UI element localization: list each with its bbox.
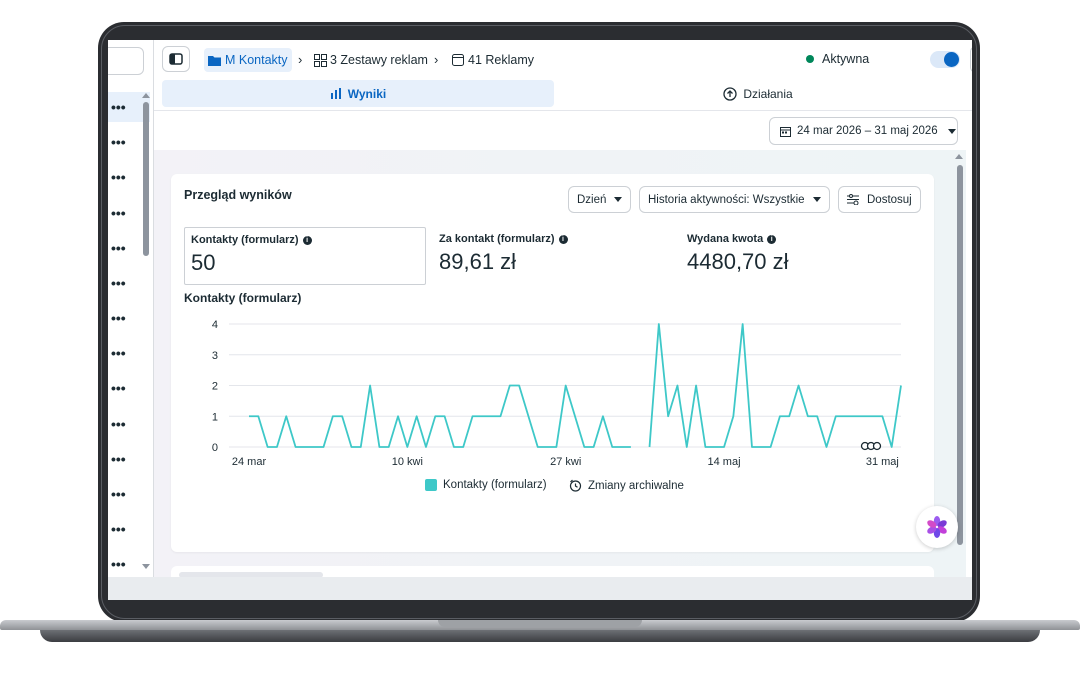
scroll-up-icon[interactable] [142,93,150,98]
x-tick-label: 10 kwi [392,456,423,468]
info-icon[interactable]: i [558,234,568,244]
chevron-down-icon [812,197,821,202]
legend-series[interactable]: Kontakty (formularz) [425,479,547,491]
more-options-button[interactable]: ••• [970,46,972,73]
results-overview-card: Przegląd wyników Dzień Historia aktywnoś… [171,174,934,552]
metric-label: Kontakty (formularz) [191,234,299,246]
sidebar-search[interactable] [108,47,144,75]
metric-value: 89,61 zł [439,249,517,274]
y-tick-label: 3 [212,350,218,362]
row-menu-button[interactable]: ••• [108,373,150,403]
metric-amount-spent[interactable]: Wydana kwota i 4480,70 zł [681,227,921,285]
x-tick-label: 27 kwi [550,456,581,468]
legend-series-label: Kontakty (formularz) [443,479,547,491]
tab-results[interactable]: Wyniki [162,80,554,107]
breadcrumb-ads[interactable]: 41 Reklamy [452,48,534,72]
chevron-right-icon: › [298,52,303,67]
chart-icon [330,88,341,99]
metric-contacts[interactable]: Kontakty (formularz) i 50 [184,227,426,285]
laptop-base [0,618,1080,648]
scroll-up-icon[interactable] [955,154,963,159]
tab-actions-label: Działania [743,86,793,101]
metric-label: Za kontakt (formularz) [439,233,555,245]
legend-archive[interactable]: Zmiany archiwalne [569,479,684,492]
y-tick-label: 4 [212,319,218,331]
row-menu-button[interactable]: ••• [108,444,150,474]
panel-toggle-button[interactable] [162,46,190,72]
sidebar-scrollbar[interactable] [143,102,149,256]
ai-assistant-button[interactable] [916,506,958,548]
clock-icon [569,479,582,492]
sidebar: ••• ••• ••• ••• ••• ••• ••• ••• ••• ••• … [108,40,154,600]
chevron-down-icon [614,197,623,202]
y-tick-label: 2 [212,381,218,393]
row-menu-button[interactable]: ••• [108,409,150,439]
history-filter-dropdown[interactable]: Historia aktywności: Wszystkie [639,186,830,213]
row-menu-button[interactable]: ••• [108,514,150,544]
x-tick-label: 31 maj [866,456,899,468]
customize-button[interactable]: Dostosuj [838,186,921,213]
legend-swatch [425,479,437,491]
calendar-icon [780,126,791,137]
ad-icon [452,54,464,66]
archive-change-marker[interactable] [860,441,882,451]
tab-results-label: Wyniki [347,86,387,101]
card-title: Przegląd wyników [184,188,292,202]
metric-value: 4480,70 zł [687,249,789,274]
y-tick-label: 1 [212,411,218,423]
row-menu-button[interactable]: ••• [108,338,150,368]
line-chart: 0 1 2 3 4 24 mar 10 kwi 27 kwi 14 maj 31 maj [212,319,902,468]
metric-cost-per-contact[interactable]: Za kontakt (formularz) i 89,61 zł [433,227,673,285]
breadcrumb-ads-label: 41 Reklamy [468,53,534,67]
folder-icon [208,55,221,66]
row-menu-button[interactable]: ••• [108,268,150,298]
tab-actions[interactable]: Działania [554,80,962,107]
legend-archive-label: Zmiany archiwalne [588,479,684,492]
metric-label: Wydana kwota [687,233,764,245]
y-tick-label: 0 [212,442,218,454]
active-toggle[interactable] [930,51,960,68]
chevron-right-icon: › [434,52,439,67]
tab-bar: Wyniki Działania [154,78,972,111]
row-menu-button[interactable]: ••• [108,303,150,333]
breadcrumb-campaign-label: M Kontakty [225,53,288,67]
app-screen: ••• ••• ••• ••• ••• ••• ••• ••• ••• ••• … [108,40,972,600]
breadcrumb-campaign[interactable]: M Kontakty [204,48,292,72]
info-icon[interactable]: i [767,234,777,244]
date-range-picker[interactable]: 24 mar 2026 – 31 maj 2026 [769,117,958,145]
granularity-dropdown[interactable]: Dzień [568,186,632,213]
x-tick-label: 24 mar [232,456,267,468]
status-label: Aktywna [822,52,870,66]
history-filter-label: Historia aktywności: Wszystkie [648,193,805,206]
granularity-label: Dzień [577,193,607,206]
chevron-down-icon [947,128,956,134]
panel-toggle-icon [169,53,183,65]
upload-icon [723,86,737,101]
breadcrumb-adsets-label: 3 Zestawy reklam [330,53,428,67]
chart-title: Kontakty (formularz) [184,291,302,305]
bottom-strip [108,577,972,600]
row-menu-button[interactable]: ••• [108,479,150,509]
content-scrollbar[interactable] [957,165,963,545]
x-tick-label: 14 maj [708,456,741,468]
top-bar: M Kontakty › 3 Zestawy reklam › 41 Rekla… [154,40,972,78]
metric-value: 50 [191,250,216,275]
date-range-label: 24 mar 2026 – 31 maj 2026 [797,125,938,137]
info-icon[interactable]: i [302,235,312,245]
ai-assistant-icon [927,516,947,538]
settings-icon [847,194,859,205]
scroll-down-icon[interactable] [142,564,150,569]
status-dot [806,55,814,63]
breadcrumb-adsets[interactable]: 3 Zestawy reklam [314,48,428,72]
customize-label: Dostosuj [867,193,912,206]
grid-icon [314,53,327,67]
